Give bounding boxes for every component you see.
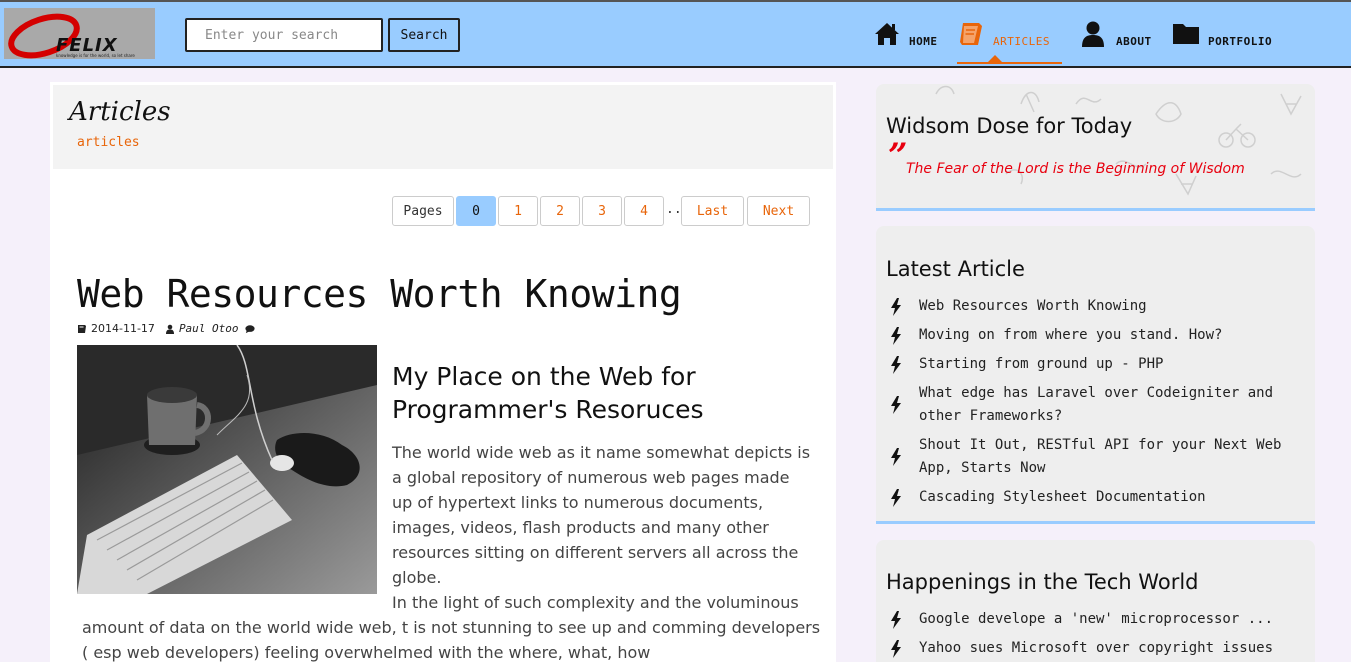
- list-item[interactable]: Web Resources Worth Knowing: [890, 295, 1305, 318]
- logo-graphic: FELIX knowledge is for the world, so let…: [4, 8, 155, 59]
- page-link-4[interactable]: 4: [624, 196, 664, 226]
- tech-news-title: Happenings in the Tech World: [886, 570, 1199, 594]
- user-icon: [1082, 21, 1104, 47]
- nav-articles-label: ARTICLES: [993, 35, 1050, 48]
- breadcrumb[interactable]: articles: [77, 135, 140, 150]
- list-item[interactable]: Starting from ground up - PHP: [890, 353, 1305, 376]
- bolt-icon: [891, 355, 901, 374]
- list-item[interactable]: Cascading Stylesheet Documentation: [890, 486, 1305, 509]
- article-title[interactable]: Web Resources Worth Knowing: [77, 272, 682, 316]
- list-item-label: Google develope a 'new' microprocessor .…: [919, 611, 1274, 627]
- nav-home-label: HOME: [909, 35, 938, 48]
- list-item-label: What edge has Laravel over Codeigniter a…: [919, 385, 1274, 424]
- bolt-icon: [891, 326, 901, 345]
- wisdom-panel: Widsom Dose for Today ” The Fear of the …: [876, 84, 1315, 211]
- list-item[interactable]: What edge has Laravel over Codeigniter a…: [890, 382, 1305, 428]
- book-icon: [960, 23, 982, 45]
- bolt-icon: [891, 297, 901, 316]
- article-paragraph-1: The world wide web as it name somewhat d…: [392, 443, 811, 587]
- list-item[interactable]: Google develope a 'new' microprocessor .…: [890, 608, 1305, 631]
- article-date: 2014-11-17: [91, 322, 155, 335]
- bolt-icon: [891, 396, 901, 414]
- nav-portfolio[interactable]: PORTFOLIO: [1172, 20, 1282, 64]
- home-icon: [875, 23, 899, 45]
- list-item-label: Moving on from where you stand. How?: [919, 327, 1223, 343]
- bolt-icon: [891, 639, 901, 658]
- article-author[interactable]: Paul Otoo: [179, 322, 239, 335]
- book-icon: [78, 324, 86, 333]
- bolt-icon: [891, 610, 901, 629]
- nav-about-label: ABOUT: [1116, 35, 1152, 48]
- nav-home[interactable]: HOME: [873, 20, 943, 64]
- user-icon: [165, 324, 174, 334]
- list-item-label: Shout It Out, RESTful API for your Next …: [919, 437, 1282, 476]
- tech-news-list: Google develope a 'new' microprocessor .…: [890, 608, 1305, 662]
- latest-articles-title: Latest Article: [886, 257, 1025, 281]
- keyboard-mouse-photo: [77, 345, 377, 594]
- main-content: Articles articles Pages 0 1 2 3 4 ... La…: [50, 82, 836, 662]
- bolt-icon: [891, 488, 901, 507]
- nav-portfolio-label: PORTFOLIO: [1208, 35, 1273, 48]
- doodle-background: [935, 85, 1302, 196]
- wisdom-title: Widsom Dose for Today: [886, 114, 1133, 138]
- page-link-1[interactable]: 1: [498, 196, 538, 226]
- article-subtitle: My Place on the Web for Programmer's Res…: [392, 362, 704, 424]
- list-item[interactable]: Shout It Out, RESTful API for your Next …: [890, 434, 1305, 480]
- page-link-0[interactable]: 0: [456, 196, 496, 226]
- article-meta: 2014-11-17 Paul Otoo: [77, 322, 259, 335]
- page-link-2[interactable]: 2: [540, 196, 580, 226]
- list-item-label: Cascading Stylesheet Documentation: [919, 489, 1206, 505]
- list-item-label: Web Resources Worth Knowing: [919, 298, 1147, 314]
- quote-icon: ”: [888, 136, 908, 176]
- page-header: Articles articles: [53, 85, 833, 169]
- tech-news-panel: Happenings in the Tech World Google deve…: [876, 540, 1315, 662]
- latest-articles-list: Web Resources Worth Knowing Moving on fr…: [890, 295, 1305, 515]
- folder-icon: [1173, 24, 1199, 44]
- nav-articles[interactable]: ARTICLES: [957, 20, 1062, 64]
- site-header: FELIX knowledge is for the world, so let…: [0, 0, 1351, 68]
- search-button[interactable]: Search: [388, 18, 460, 52]
- latest-articles-panel: Latest Article Web Resources Worth Knowi…: [876, 226, 1315, 524]
- page-title: Articles: [69, 97, 171, 127]
- list-item-label: Yahoo sues Microsoft over copyright issu…: [919, 640, 1274, 656]
- bolt-icon: [891, 448, 901, 466]
- site-logo[interactable]: FELIX knowledge is for the world, so let…: [4, 8, 155, 59]
- list-item[interactable]: Yahoo sues Microsoft over copyright issu…: [890, 637, 1305, 660]
- list-item-label: Starting from ground up - PHP: [919, 356, 1164, 372]
- comment-icon[interactable]: [244, 324, 255, 334]
- logo-tagline: knowledge is for the world, so let share: [56, 53, 135, 58]
- active-nav-caret: [988, 55, 1002, 62]
- page-link-3[interactable]: 3: [582, 196, 622, 226]
- pagination-label: Pages: [392, 196, 454, 226]
- wisdom-quote: The Fear of the Lord is the Beginning of…: [906, 161, 1245, 177]
- article-image: [77, 345, 377, 594]
- page-link-last[interactable]: Last: [681, 196, 744, 226]
- article-paragraph-2: In the light of such complexity and the …: [82, 593, 821, 662]
- list-item[interactable]: Moving on from where you stand. How?: [890, 324, 1305, 347]
- search-input[interactable]: [185, 18, 383, 52]
- nav-about[interactable]: ABOUT: [1080, 20, 1160, 64]
- page-link-next[interactable]: Next: [747, 196, 810, 226]
